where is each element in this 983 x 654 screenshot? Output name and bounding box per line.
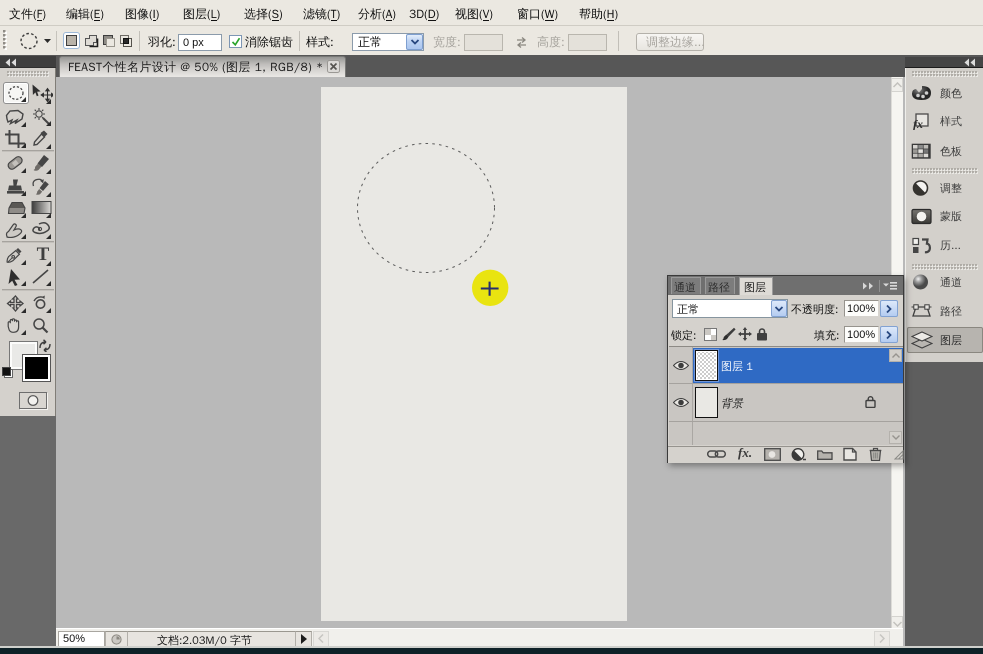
svg-text:fx: fx bbox=[913, 117, 923, 130]
